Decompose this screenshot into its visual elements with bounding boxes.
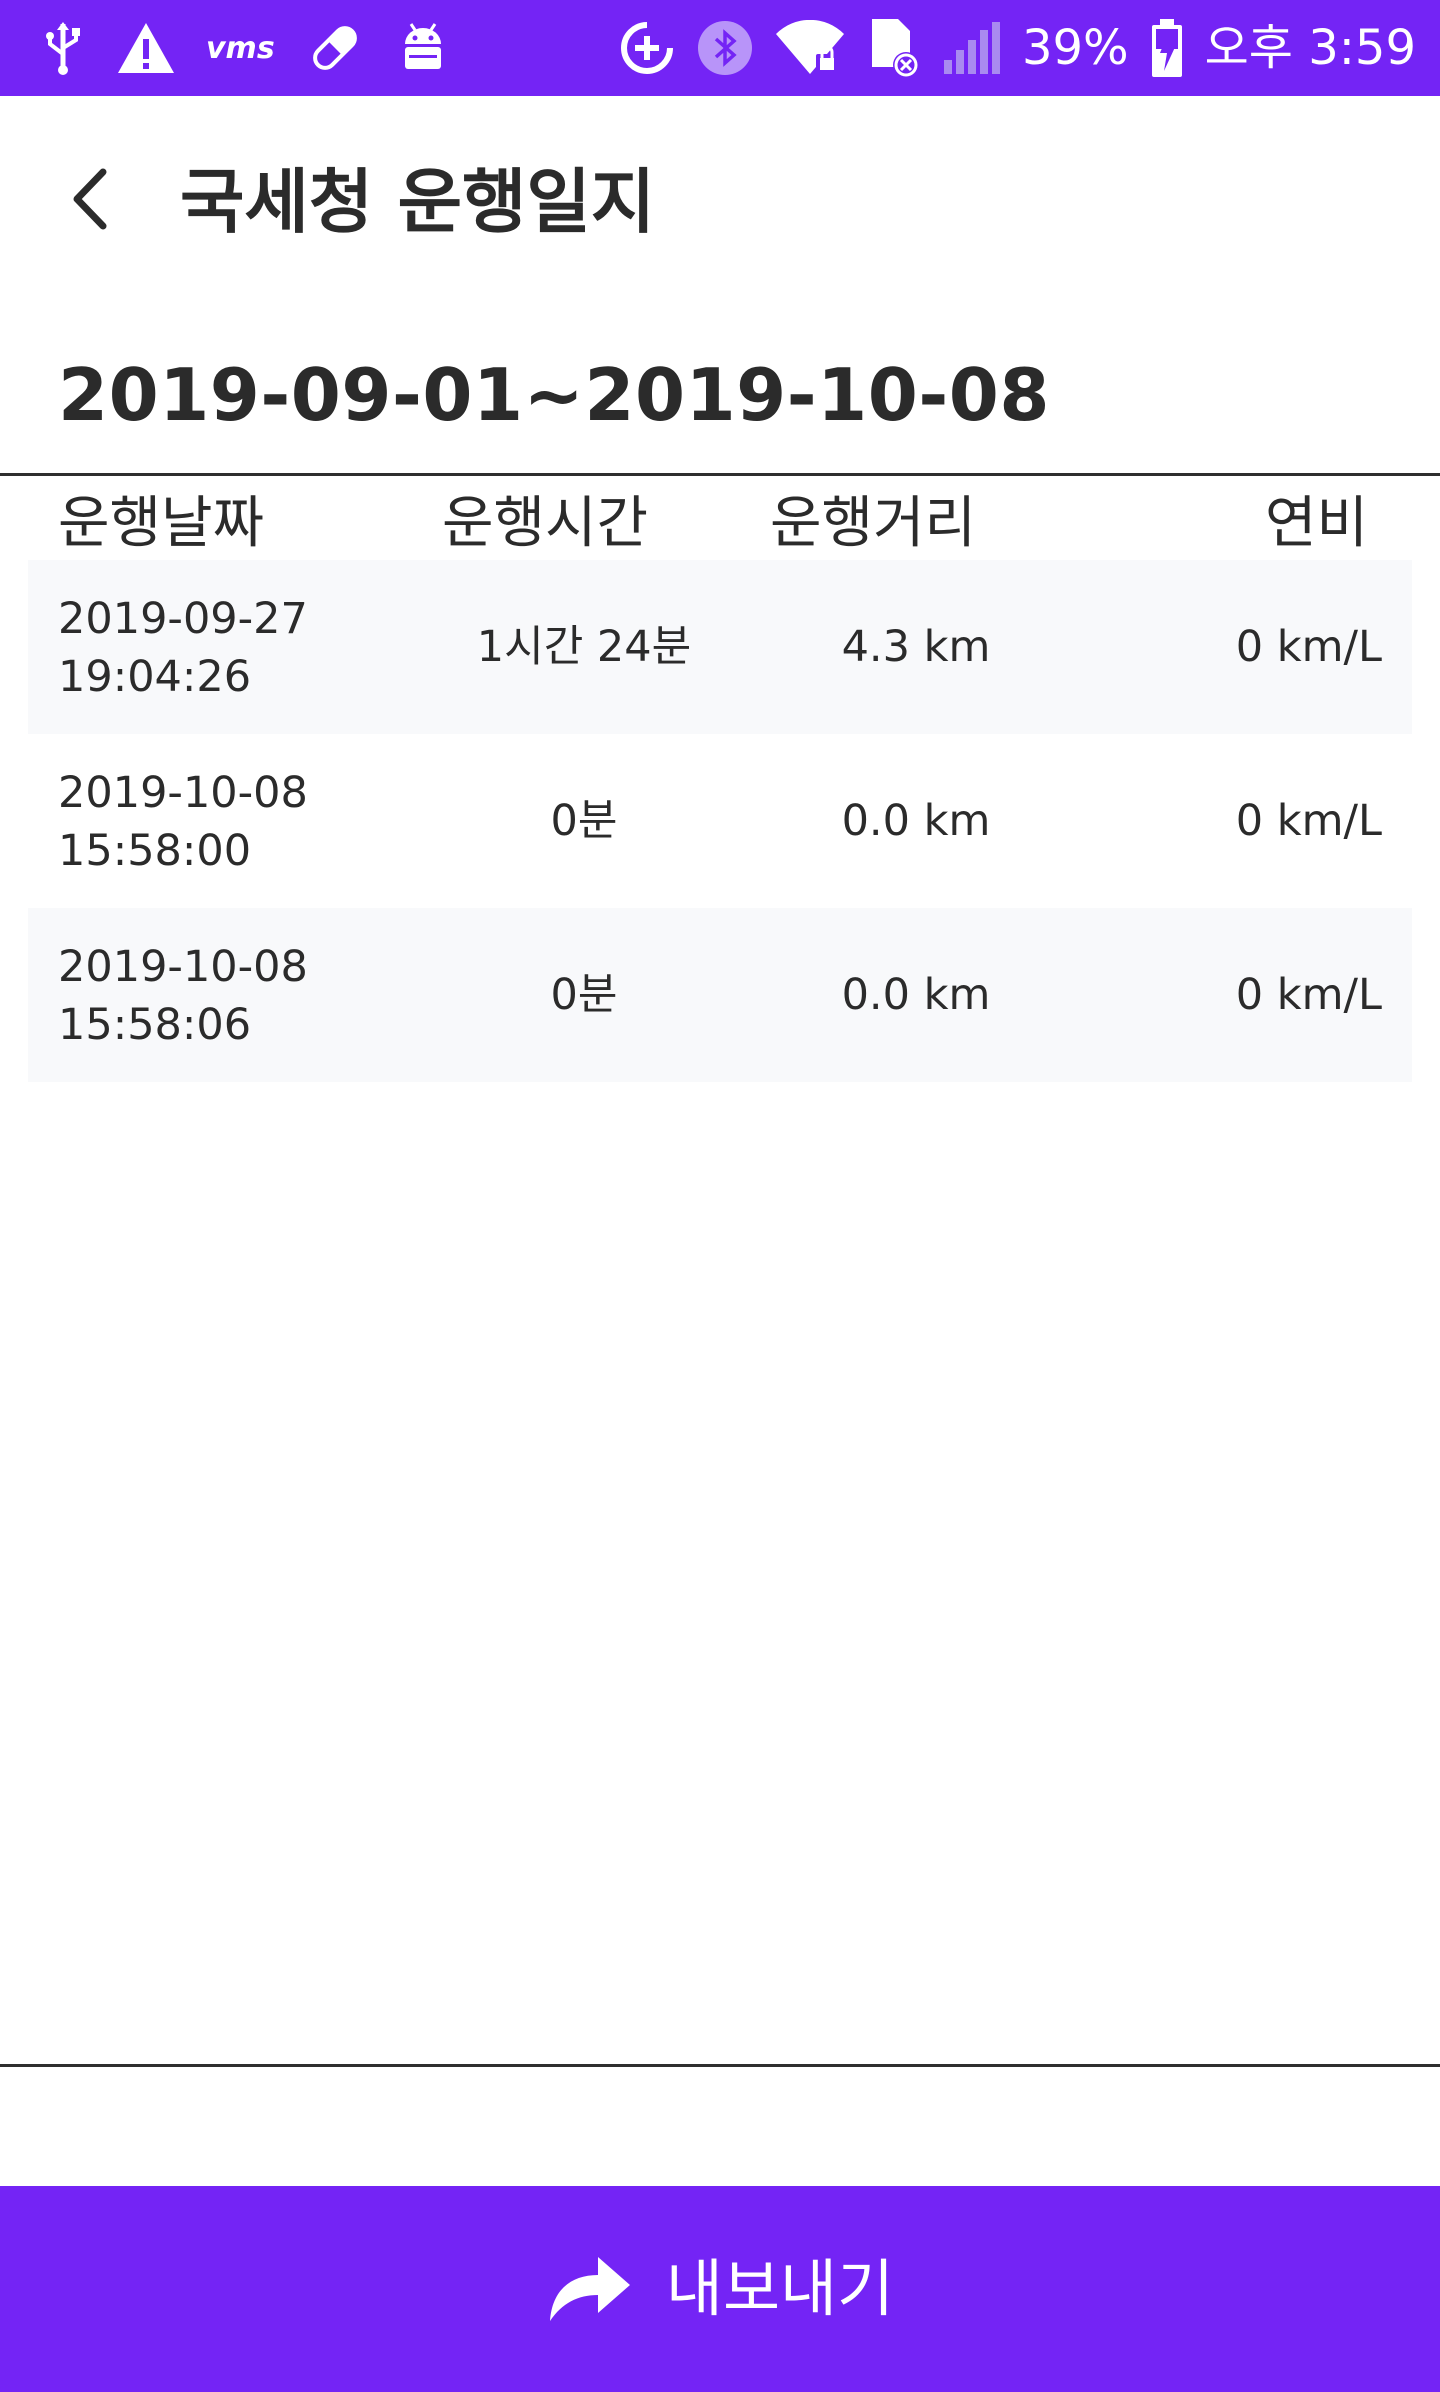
table-row[interactable]: 2019-09-27 19:04:26 1시간 24분 4.3 km 0 km/…	[28, 560, 1412, 734]
trip-date-time: 19:04:26	[58, 652, 252, 702]
bluetooth-icon	[696, 0, 754, 96]
battery-charging-icon	[1149, 0, 1185, 96]
vms-label: vms	[206, 30, 275, 66]
trip-date-time: 15:58:00	[58, 826, 252, 876]
chevron-left-icon	[65, 166, 115, 236]
column-header-date: 운행날짜	[58, 491, 265, 556]
usb-icon	[40, 0, 86, 96]
export-label: 내보내기	[665, 2252, 895, 2325]
trip-list: 2019-09-27 19:04:26 1시간 24분 4.3 km 0 km/…	[28, 560, 1412, 1082]
date-range[interactable]: 2019-09-01~2019-10-08	[58, 350, 1050, 440]
trip-efficiency: 0 km/L	[1235, 622, 1382, 672]
trip-efficiency: 0 km/L	[1235, 970, 1382, 1020]
table-row[interactable]: 2019-10-08 15:58:06 0분 0.0 km 0 km/L	[28, 908, 1412, 1082]
trip-distance: 4.3 km	[841, 622, 991, 672]
clock: 오후 3:59	[1204, 20, 1416, 76]
wifi-lock-icon	[774, 0, 848, 96]
trip-date: 2019-10-08 15:58:06	[58, 938, 308, 1054]
pill-icon	[305, 0, 365, 96]
table-header: 운행날짜 운행시간 운행거리 연비	[0, 488, 1440, 560]
signal-icon	[942, 0, 1002, 96]
trip-date: 2019-10-08 15:58:00	[58, 764, 308, 880]
app-header: 국세청 운행일지	[0, 96, 1440, 326]
trip-distance: 0.0 km	[841, 796, 991, 846]
divider	[0, 473, 1440, 476]
status-bar: vms 39% 오후 3:59	[0, 0, 1440, 96]
column-header-duration: 운행시간	[442, 491, 649, 556]
divider	[0, 2064, 1440, 2067]
column-header-efficiency: 연비	[1264, 491, 1368, 556]
android-icon	[395, 0, 451, 96]
warning-icon	[116, 0, 176, 96]
trip-date-time: 15:58:06	[58, 1000, 252, 1050]
vms-icon: vms	[206, 0, 275, 96]
table-row[interactable]: 2019-10-08 15:58:00 0분 0.0 km 0 km/L	[28, 734, 1412, 908]
status-bar-left: vms	[40, 0, 451, 96]
trip-date-day: 2019-10-08	[58, 768, 308, 818]
trip-date-day: 2019-09-27	[58, 594, 308, 644]
back-button[interactable]	[50, 156, 130, 246]
trip-date-day: 2019-10-08	[58, 942, 308, 992]
trip-efficiency: 0 km/L	[1235, 796, 1382, 846]
trip-distance: 0.0 km	[841, 970, 991, 1020]
sim-error-icon	[868, 0, 922, 96]
data-saver-icon	[618, 0, 676, 96]
page-title: 국세청 운행일지	[180, 161, 656, 243]
share-arrow-icon	[546, 2251, 632, 2327]
column-header-distance: 운행거리	[770, 491, 977, 556]
battery-percent: 39%	[1021, 20, 1129, 76]
trip-date: 2019-09-27 19:04:26	[58, 590, 308, 706]
status-bar-right: 39% 오후 3:59	[618, 0, 1416, 96]
export-button[interactable]: 내보내기	[0, 2186, 1440, 2392]
